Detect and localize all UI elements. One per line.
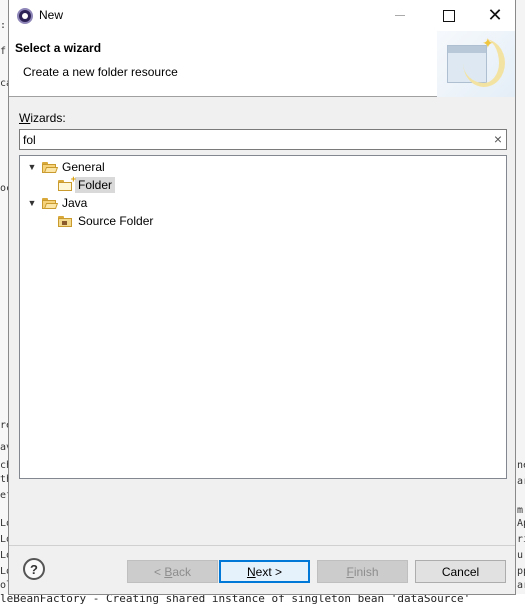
background-editor-left: : f ca oc re av ch th ef Lo Lo Lo Lo ol (0, 0, 8, 605)
bg-fragment: f (0, 46, 7, 57)
finish-button-rest: inish (353, 564, 379, 579)
banner-title: Select a wizard (15, 41, 102, 55)
bg-fragment: oc (0, 183, 8, 194)
footer-divider (9, 545, 515, 546)
tree-node-source-folder[interactable]: Source Folder (58, 212, 153, 230)
tree-node-general[interactable]: ▼ General (26, 158, 105, 176)
back-button-mnemonic: B (164, 564, 173, 579)
next-button[interactable]: Next > (219, 560, 310, 583)
console-line: leBeanFactory - Creating shared instance… (0, 594, 471, 605)
bg-fragment: ol (0, 580, 8, 591)
window-title: New (39, 8, 64, 22)
bg-fragment: u (517, 550, 524, 561)
bg-fragment: Lo (0, 550, 8, 561)
wizards-label-rest: izards: (30, 111, 66, 125)
back-button[interactable]: < Back (127, 560, 218, 583)
wizards-label: Wizards: (19, 111, 66, 125)
bg-fragment: ef (0, 490, 8, 501)
clear-filter-icon[interactable]: × (494, 131, 502, 147)
cancel-button[interactable]: Cancel (415, 560, 506, 583)
next-button-mnemonic: N (246, 564, 256, 579)
bg-fragment: ar (517, 580, 525, 591)
bg-fragment: th (0, 474, 8, 485)
tree-node-label: Source Folder (78, 214, 154, 228)
bg-fragment: av (0, 442, 8, 453)
source-folder-icon (58, 215, 73, 227)
wizard-banner: Select a wizard Create a new folder reso… (9, 31, 515, 97)
bg-fragment: : (0, 20, 7, 31)
back-button-rest: ack (172, 564, 192, 579)
bg-fragment: Lo (0, 566, 8, 577)
bg-fragment: ri (517, 534, 525, 545)
folder-open-icon (42, 161, 59, 173)
minimize-icon[interactable] (377, 0, 423, 31)
background-console: leBeanFactory - Creating shared instance… (0, 594, 525, 605)
finish-button[interactable]: Finish (317, 560, 408, 583)
bg-fragment: ch (0, 460, 8, 471)
bg-fragment: m (517, 505, 524, 516)
chevron-down-icon[interactable]: ▼ (26, 198, 38, 208)
maximize-icon[interactable] (426, 0, 472, 31)
background-editor-right: ne ar m Ap ri u pp ar (515, 0, 525, 605)
title-bar[interactable]: New ✕ (9, 0, 515, 31)
banner-description: Create a new folder resource (23, 65, 178, 79)
filter-input[interactable] (23, 131, 483, 148)
next-button-rest: ext > (255, 564, 283, 579)
bg-fragment: ne (517, 460, 525, 471)
wizard-filter-field[interactable]: × (19, 129, 507, 150)
back-button-prefix: < (153, 564, 165, 579)
wizard-tree[interactable]: ▼ General Folder ▼ Java Source Folder (19, 155, 507, 479)
bg-fragment: re (0, 420, 8, 431)
new-wizard-banner-icon: ✦ (437, 31, 515, 97)
help-icon[interactable]: ? (23, 558, 45, 580)
sparkle-star-icon: ✦ (482, 35, 494, 51)
tree-node-label: Java (62, 196, 88, 210)
bg-fragment: Lo (0, 534, 8, 545)
bg-fragment: ar (517, 476, 525, 487)
bg-fragment: pp (517, 566, 525, 577)
wizards-label-mnemonic: W (19, 111, 31, 125)
new-wizard-dialog: New ✕ Select a wizard Create a new folde… (8, 0, 516, 595)
tree-node-java[interactable]: ▼ Java (26, 194, 88, 212)
folder-open-icon (42, 197, 59, 209)
finish-button-mnemonic: F (346, 564, 354, 579)
eclipse-app-icon (17, 8, 33, 24)
bg-fragment: Ap (517, 518, 525, 529)
close-icon[interactable]: ✕ (472, 0, 518, 31)
bg-fragment: Lo (0, 518, 8, 529)
tree-node-folder[interactable]: Folder (58, 174, 116, 194)
bg-fragment: ca (0, 78, 8, 89)
chevron-down-icon[interactable]: ▼ (26, 162, 38, 172)
tree-node-label: General (62, 160, 105, 174)
new-folder-icon (58, 174, 76, 191)
tree-node-label: Folder (75, 177, 116, 193)
